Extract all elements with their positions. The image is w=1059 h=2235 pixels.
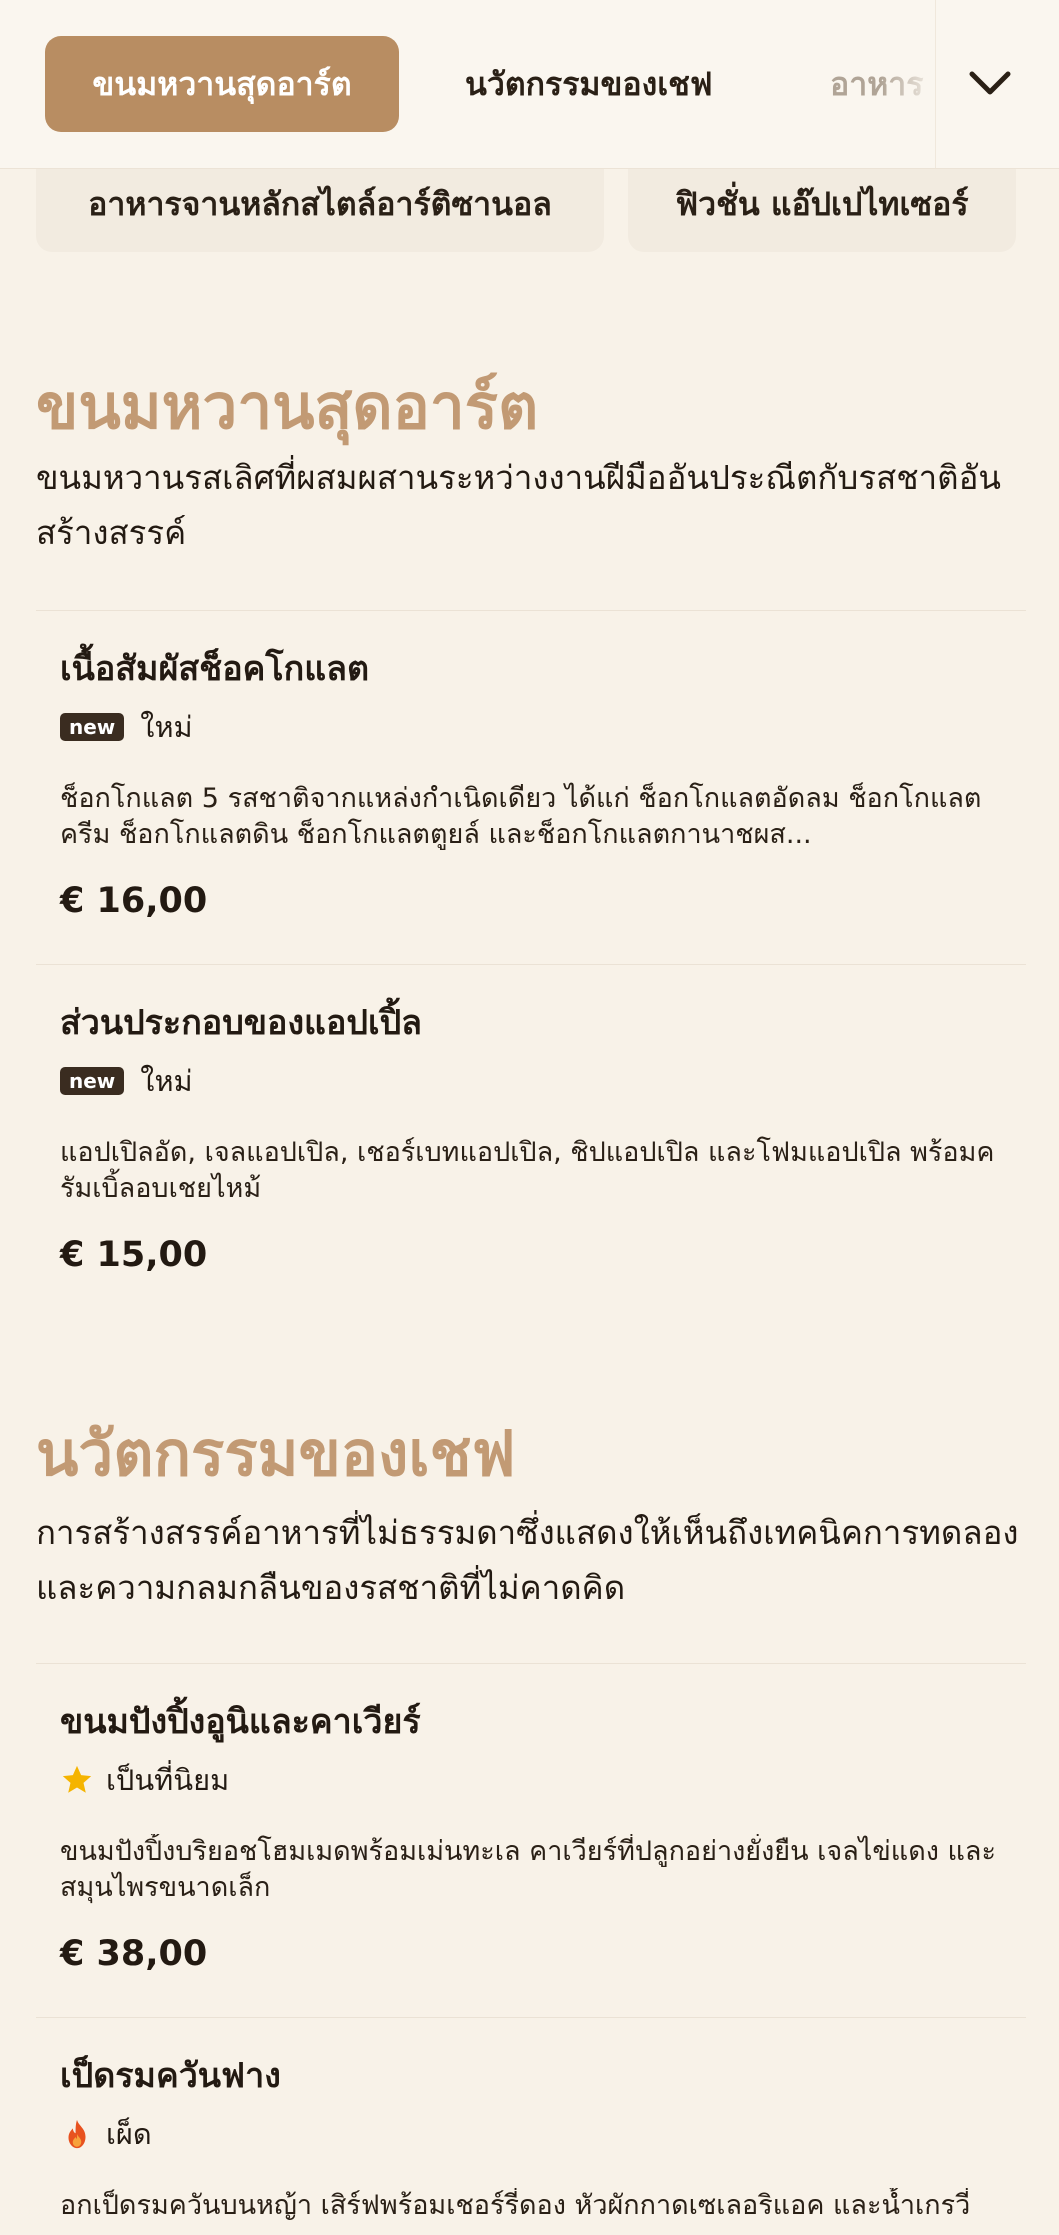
section-description: การสร้างสรรค์อาหารที่ไม่ธรรมดาซึ่งแสดงให…	[36, 1513, 1019, 1607]
tab-label: นวัตกรรมของเชฟ	[465, 65, 713, 103]
new-tag: new	[60, 1067, 125, 1095]
menu-item-description: แอปเปิลอัด, เจลแอปเปิล, เชอร์เบทแอปเปิล,…	[60, 1137, 995, 1204]
menu-item-name: เป็ดรมควันฟาง	[60, 2056, 281, 2096]
divider	[36, 964, 1026, 965]
section-description: ขนมหวานรสเลิศที่ผสมผสานระหว่างงานฝีมืออั…	[36, 458, 1001, 552]
menu-item-price: € 16,00	[60, 881, 208, 921]
menu-page: อาหารจานหลักสไตล์อาร์ติซานอล ฟิวชั่น แอ๊…	[0, 0, 1059, 2235]
menu-item-price: € 38,00	[60, 1934, 208, 1974]
tab-overflow-fade	[880, 0, 940, 168]
category-pill-label: ฟิวชั่น แอ๊ปเปไทเซอร์	[675, 185, 969, 223]
menu-item-chocolate-textures[interactable]: เนื้อสัมผัสช็อคโกแลต new ใหม่ ช็อกโกแลต …	[60, 645, 1010, 925]
menu-item-badge: เผ็ด	[60, 2114, 1010, 2154]
menu-item-name: เนื้อสัมผัสช็อคโกแลต	[60, 649, 370, 689]
section-title-artful-desserts: ขนมหวานสุดอาร์ต	[36, 370, 539, 443]
divider	[36, 610, 1026, 611]
tab-chef-innovations[interactable]: นวัตกรรมของเชฟ	[465, 36, 713, 132]
menu-item-smoked-duck[interactable]: เป็ดรมควันฟาง เผ็ด อกเป็ดรมควันบนหญ้า เส…	[60, 2052, 1010, 2224]
new-tag: new	[60, 713, 125, 741]
menu-item-badge: new ใหม่	[60, 707, 1010, 747]
tab-artful-desserts[interactable]: ขนมหวานสุดอาร์ต	[45, 36, 399, 132]
chevron-down-icon	[969, 71, 1011, 95]
menu-item-price: € 15,00	[60, 1235, 208, 1275]
category-tab-bar: ขนมหวานสุดอาร์ต นวัตกรรมของเชฟ อาหาร	[0, 0, 1059, 169]
menu-item-name: ส่วนประกอบของแอปเปิ้ล	[60, 1003, 422, 1043]
expand-categories-button[interactable]	[935, 0, 1059, 168]
menu-item-apple-components[interactable]: ส่วนประกอบของแอปเปิ้ล new ใหม่ แอปเปิลอั…	[60, 999, 1010, 1279]
tab-label: ขนมหวานสุดอาร์ต	[92, 65, 352, 103]
section-title-chef-innovations: นวัตกรรมของเชฟ	[36, 1417, 516, 1490]
category-pill-main-dishes[interactable]: อาหารจานหลักสไตล์อาร์ติซานอล	[36, 160, 604, 252]
menu-item-badge: new ใหม่	[60, 1061, 1010, 1101]
menu-item-description: อกเป็ดรมควันบนหญ้า เสิร์ฟพร้อมเชอร์รี่ดอ…	[60, 2190, 971, 2221]
menu-item-name: ขนมปังปิ้งอูนิและคาเวียร์	[60, 1702, 421, 1742]
category-pill-appetizers[interactable]: ฟิวชั่น แอ๊ปเปไทเซอร์	[628, 160, 1016, 252]
menu-item-description: ขนมปังปิ้งบริยอชโฮมเมดพร้อมเม่นทะเล คาเว…	[60, 1836, 996, 1903]
badge-label: ใหม่	[140, 1064, 193, 1098]
star-icon	[62, 1765, 92, 1793]
flame-icon	[68, 2119, 86, 2149]
badge-label: เผ็ด	[106, 2117, 152, 2151]
badge-label: ใหม่	[140, 710, 193, 744]
menu-item-description: ช็อกโกแลต 5 รสชาติจากแหล่งกำเนิดเดียว ได…	[60, 783, 982, 850]
badge-label: เป็นที่นิยม	[106, 1763, 230, 1797]
menu-item-uni-caviar-toast[interactable]: ขนมปังปิ้งอูนิและคาเวียร์ เป็นที่นิยม ขน…	[60, 1698, 1010, 1978]
category-pill-label: อาหารจานหลักสไตล์อาร์ติซานอล	[88, 185, 552, 223]
menu-item-badge: เป็นที่นิยม	[60, 1760, 1010, 1800]
divider	[36, 1663, 1026, 1664]
divider	[36, 2017, 1026, 2018]
